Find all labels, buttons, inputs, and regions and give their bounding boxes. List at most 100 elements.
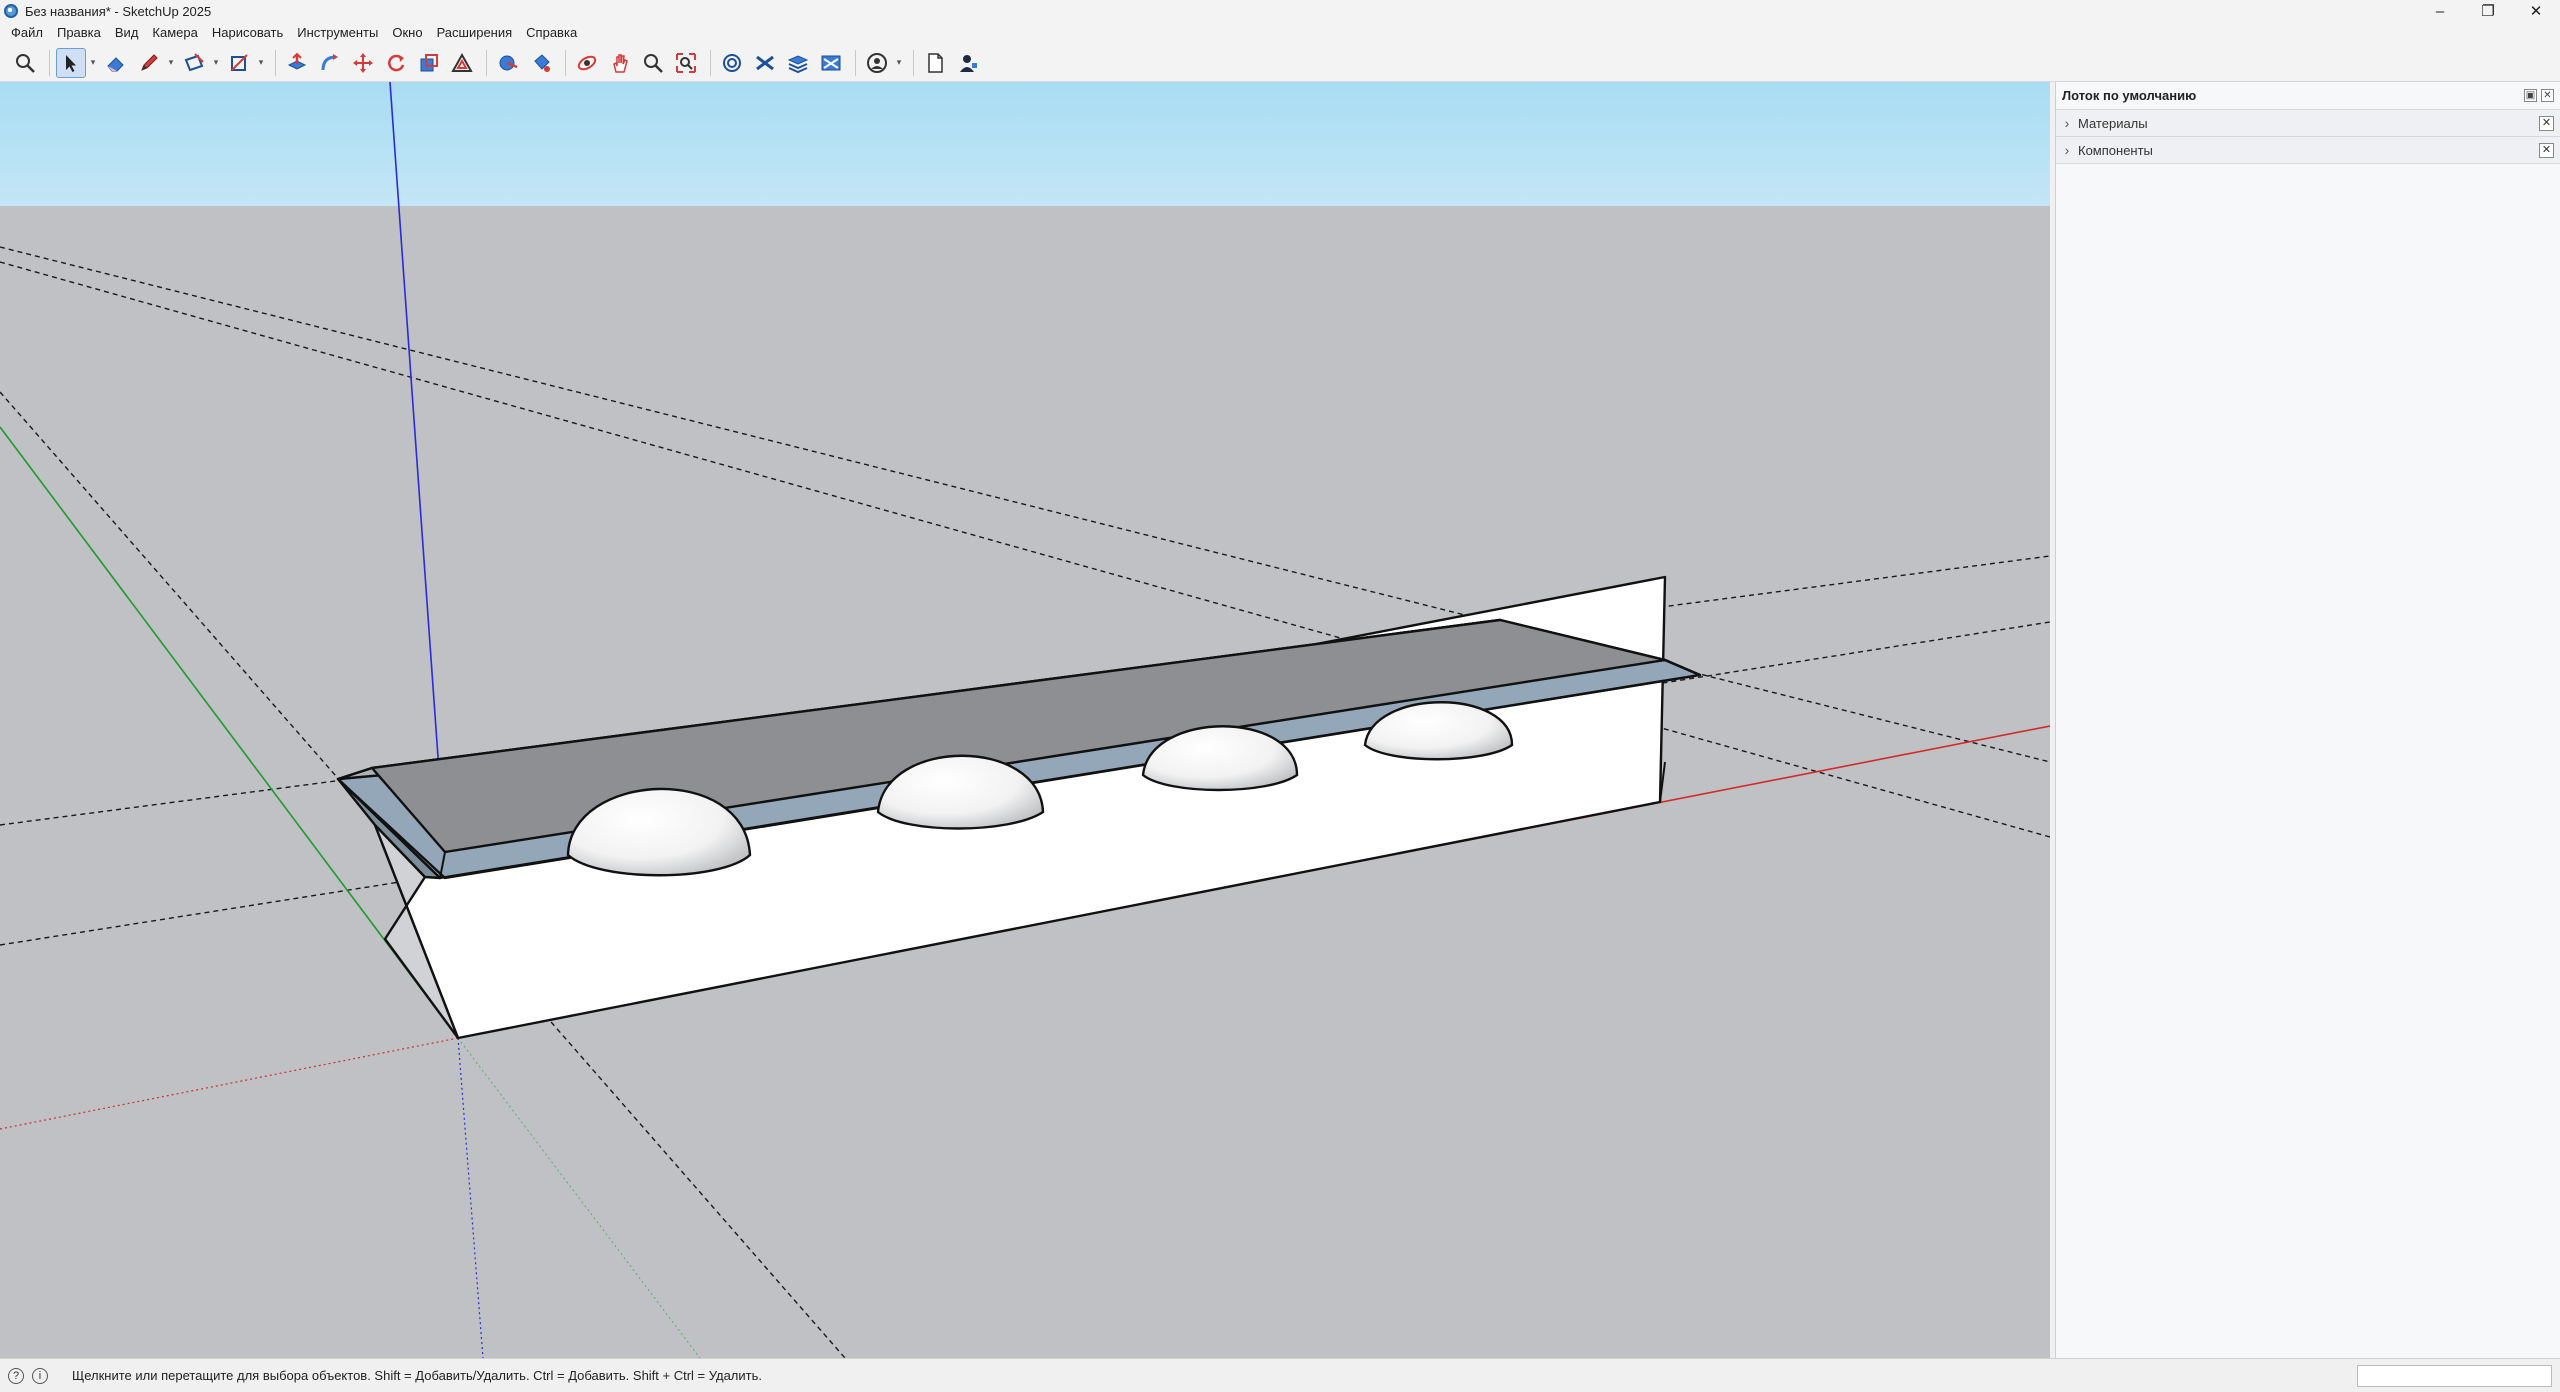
new-file-button[interactable] [920, 48, 950, 78]
follow-me-icon [321, 53, 338, 70]
toolbar: ▾ ▾ ▾ ▾ ▾ [0, 44, 2560, 82]
panel-label: Компоненты [2078, 142, 2153, 158]
panel-components[interactable]: › Компоненты ✕ [2056, 137, 2560, 164]
model-scene [0, 82, 2050, 1358]
close-tray-icon[interactable]: ✕ [2541, 89, 2554, 102]
tray-header-buttons: ▣ ✕ [2524, 89, 2554, 102]
select-arrow-icon [66, 54, 76, 72]
rotate-tool-button[interactable] [381, 48, 411, 78]
scenes-button[interactable] [816, 48, 846, 78]
layers-button[interactable] [783, 48, 813, 78]
menu-view[interactable]: Вид [108, 22, 146, 44]
info-icon[interactable]: i [32, 1367, 48, 1384]
eraser-tool-button[interactable] [101, 48, 131, 78]
rectangle-icon [184, 52, 204, 71]
sketchup-window: Без названия* - SketchUp 2025 – ❐ ✕ Файл… [0, 0, 2560, 1392]
chevron-right-icon[interactable]: › [2056, 115, 2078, 131]
shape-tool-button[interactable] [224, 48, 254, 78]
status-text: Щелкните или перетащите для выбора объек… [72, 1368, 762, 1383]
account-icon [867, 52, 887, 73]
push-pull-icon [287, 52, 307, 70]
zoom-extents-tool-button[interactable] [671, 48, 701, 78]
scale-icon [420, 53, 438, 71]
toolbar-separator [49, 49, 50, 76]
minimize-button[interactable]: – [2416, 0, 2464, 22]
status-bar: ? i Щелкните или перетащите для выбора о… [0, 1358, 2560, 1392]
close-button[interactable]: ✕ [2512, 0, 2560, 22]
search-icon [16, 53, 35, 73]
pencil-dropdown-arrow[interactable]: ▾ [167, 48, 175, 78]
tape-measure-icon [499, 55, 518, 70]
panel-label: Материалы [2078, 115, 2148, 131]
window-title: Без названия* - SketchUp 2025 [25, 3, 212, 19]
chevron-right-icon[interactable]: › [2056, 142, 2078, 158]
menu-edit[interactable]: Правка [50, 22, 108, 44]
select-dropdown-arrow[interactable]: ▾ [89, 48, 97, 78]
search-button[interactable] [10, 48, 40, 78]
orbit-tool-button[interactable] [572, 48, 602, 78]
menu-help[interactable]: Справка [519, 22, 584, 44]
pan-icon [613, 53, 628, 73]
rectangle-tool-button[interactable] [179, 48, 209, 78]
menu-tools[interactable]: Инструменты [290, 22, 385, 44]
zoom-extents-icon [676, 52, 696, 73]
move-tool-button[interactable] [348, 48, 378, 78]
tape-measure-tool-button[interactable] [493, 48, 523, 78]
scenes-icon [821, 55, 841, 70]
pin-icon[interactable]: ▣ [2524, 89, 2537, 102]
orbit-icon [577, 55, 597, 70]
extension-warehouse-button[interactable] [750, 48, 780, 78]
account-button[interactable] [862, 48, 892, 78]
account-dropdown-arrow[interactable]: ▾ [895, 48, 903, 78]
profile-icon [960, 54, 977, 72]
measurements-box[interactable] [2357, 1365, 2552, 1387]
profile-button[interactable] [953, 48, 983, 78]
tray-header: Лоток по умолчанию ▣ ✕ [2056, 82, 2560, 110]
modeling-viewport[interactable] [0, 82, 2050, 1358]
red-axis-negative [0, 1037, 459, 1130]
green-axis-negative [457, 1037, 701, 1358]
pencil-tool-button[interactable] [134, 48, 164, 78]
menu-extensions[interactable]: Расширения [430, 22, 520, 44]
extension-warehouse-icon [756, 55, 774, 70]
scale-tool-button[interactable] [414, 48, 444, 78]
move-icon [353, 52, 373, 73]
toolbar-separator [486, 49, 487, 76]
pencil-icon [141, 53, 158, 71]
menu-window[interactable]: Окно [385, 22, 429, 44]
close-icon[interactable]: ✕ [2539, 116, 2554, 131]
3d-warehouse-button[interactable] [717, 48, 747, 78]
menu-bar: Файл Правка Вид Камера Нарисовать Инстру… [0, 22, 2560, 44]
shape-icon [231, 53, 248, 71]
zoom-icon [644, 53, 663, 73]
follow-me-tool-button[interactable] [315, 48, 345, 78]
sketchup-logo-icon [4, 4, 18, 18]
pan-tool-button[interactable] [605, 48, 635, 78]
layers-icon [787, 54, 809, 73]
default-tray: Лоток по умолчанию ▣ ✕ › Материалы ✕ › К… [2055, 82, 2560, 1358]
menu-camera[interactable]: Камера [145, 22, 204, 44]
title-bar: Без названия* - SketchUp 2025 – ❐ ✕ [0, 0, 2560, 22]
new-file-icon [928, 52, 943, 73]
eraser-icon [107, 56, 124, 71]
push-pull-tool-button[interactable] [282, 48, 312, 78]
select-tool-button[interactable] [56, 47, 86, 78]
toolbar-separator [710, 49, 711, 76]
paint-bucket-icon [534, 53, 550, 72]
menu-draw[interactable]: Нарисовать [205, 22, 290, 44]
paint-bucket-tool-button[interactable] [526, 48, 556, 78]
offset-tool-button[interactable] [447, 48, 477, 78]
menu-file[interactable]: Файл [4, 22, 50, 44]
panel-materials[interactable]: › Материалы ✕ [2056, 110, 2560, 137]
toolbar-separator [275, 49, 276, 76]
blue-axis-negative [457, 1037, 484, 1358]
zoom-tool-button[interactable] [638, 48, 668, 78]
toolbar-separator [913, 49, 914, 76]
rectangle-dropdown-arrow[interactable]: ▾ [212, 48, 220, 78]
rotate-icon [388, 54, 405, 71]
geo-location-icon[interactable]: ? [8, 1367, 24, 1384]
close-icon[interactable]: ✕ [2539, 143, 2554, 158]
restore-button[interactable]: ❐ [2464, 0, 2512, 22]
window-controls: – ❐ ✕ [2416, 0, 2560, 22]
shape-dropdown-arrow[interactable]: ▾ [257, 48, 265, 78]
